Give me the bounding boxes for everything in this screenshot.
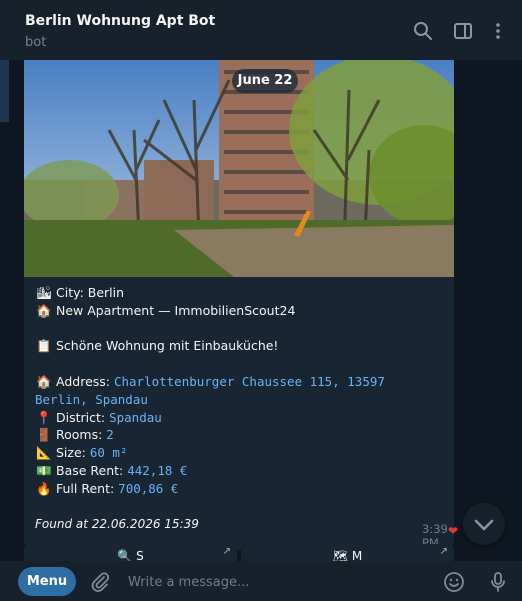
- clipboard-icon: 📋: [36, 338, 52, 354]
- paperclip-icon[interactable]: [88, 570, 112, 594]
- inline-button-map[interactable]: 🗺 M ↗: [241, 544, 454, 561]
- emoji-icon[interactable]: [442, 570, 466, 594]
- external-link-icon: ↗: [222, 546, 231, 557]
- rooms-label: Rooms:: [56, 427, 107, 443]
- chat-header[interactable]: Berlin Wohnung Apt Bot bot: [0, 0, 522, 60]
- scroll-indicator: [0, 60, 9, 122]
- rooms-value[interactable]: 2: [106, 427, 114, 442]
- microphone-icon[interactable]: [486, 570, 510, 594]
- city-value: Berlin: [87, 285, 125, 300]
- heart-reaction-icon[interactable]: ❤: [448, 524, 458, 538]
- chevron-down-icon: [474, 519, 494, 531]
- scroll-down-button[interactable]: [463, 503, 505, 545]
- message-composer: Menu: [0, 561, 522, 601]
- address-value-cont[interactable]: Berlin, Spandau: [35, 392, 148, 407]
- found-timestamp: Found at 22.06.2026 15:39: [35, 517, 199, 531]
- more-options-icon[interactable]: [487, 20, 509, 42]
- base-rent-value[interactable]: 442,18 €: [127, 463, 187, 478]
- ruler-icon: 📐: [36, 445, 52, 461]
- message-bubble[interactable]: 🏙 City: Berlin 🏠 New Apartment — Immobilie…: [24, 60, 454, 550]
- size-label: Size:: [56, 445, 90, 461]
- message-input[interactable]: [126, 571, 430, 593]
- money-icon: 💵: [36, 462, 52, 478]
- listing-type: New Apartment — ImmobilienScout24: [56, 302, 296, 318]
- district-label: District:: [56, 409, 110, 425]
- date-badge: June 22: [232, 69, 298, 93]
- city-icon: 🏙: [36, 285, 52, 300]
- fire-icon: 🔥: [36, 480, 52, 496]
- inline-button-search[interactable]: 🔍 S ↗: [24, 544, 237, 561]
- message-text: 🏙 City: Berlin 🏠 New Apartment — Immobilie…: [35, 284, 445, 498]
- house-icon: 🏠: [36, 302, 52, 318]
- inline-button-map-label: 🗺 M: [332, 549, 363, 561]
- address-value[interactable]: Charlottenburger Chaussee 115, 13597: [114, 374, 385, 389]
- full-rent-label: Full Rent:: [56, 480, 119, 496]
- external-link-icon: ↗: [439, 546, 448, 557]
- chat-title: Berlin Wohnung Apt Bot: [25, 13, 216, 29]
- inline-button-search-label: 🔍 S: [117, 549, 144, 561]
- pin-icon: 📍: [36, 409, 52, 425]
- city-label: City:: [56, 285, 88, 300]
- address-label: Address:: [56, 373, 114, 389]
- door-icon: 🚪: [36, 427, 52, 443]
- full-rent-value[interactable]: 700,86 €: [118, 481, 178, 496]
- menu-button[interactable]: Menu: [18, 567, 76, 596]
- district-value[interactable]: Spandau: [109, 410, 162, 425]
- size-value[interactable]: 60 m²: [90, 445, 128, 460]
- house-icon: 🏠: [36, 373, 52, 389]
- sidebar-toggle-icon[interactable]: [452, 20, 474, 42]
- listing-title: Schöne Wohnung mit Einbauküche!: [56, 338, 279, 354]
- chat-subtitle: bot: [25, 35, 47, 50]
- search-icon[interactable]: [412, 20, 434, 42]
- base-rent-label: Base Rent:: [56, 462, 128, 478]
- apartment-photo[interactable]: [24, 60, 454, 277]
